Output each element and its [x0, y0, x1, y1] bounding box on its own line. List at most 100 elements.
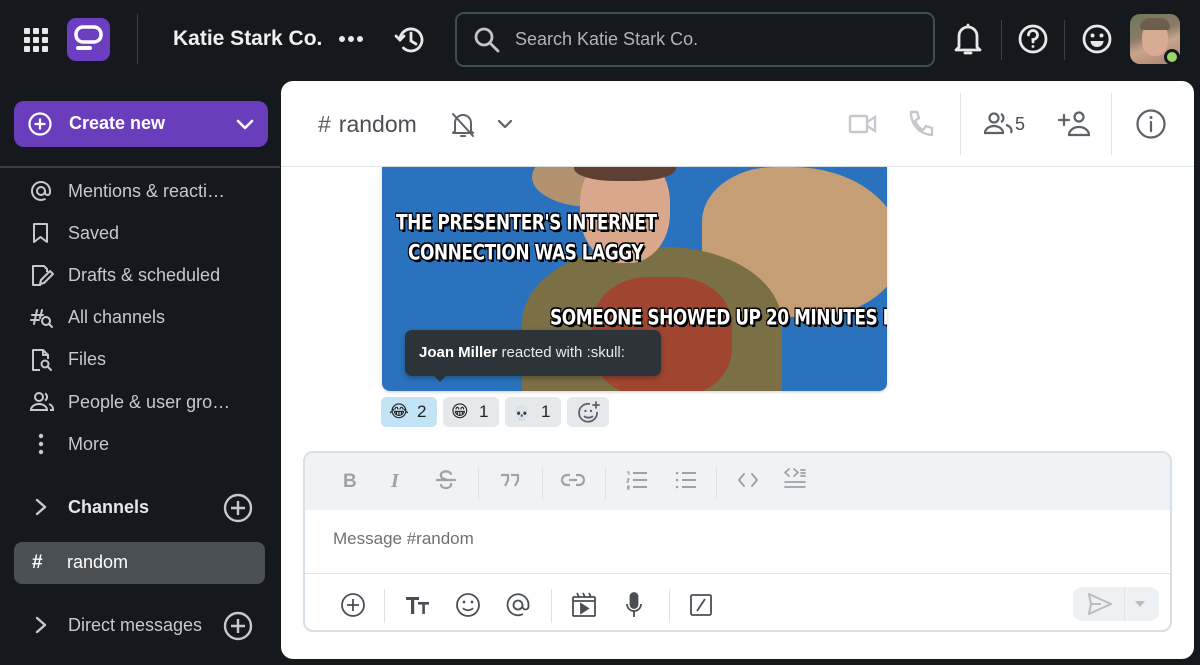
strikethrough-icon[interactable]	[435, 469, 457, 491]
channel-name: random	[338, 111, 417, 137]
phone-call-icon[interactable]	[907, 109, 935, 139]
reaction-grin[interactable]: 😁 1	[443, 397, 499, 427]
tooltip-text: reacted with :skull:	[497, 344, 625, 361]
add-direct-message-icon[interactable]	[223, 611, 253, 641]
emoji-icon[interactable]	[455, 589, 481, 621]
sidebar-item-label: Files	[68, 349, 107, 369]
sidebar-item-more[interactable]: More	[0, 424, 278, 464]
emoji-status-icon[interactable]	[1081, 22, 1113, 56]
app-logo[interactable]	[67, 18, 110, 61]
sidebar-item-people[interactable]: People & user gro…	[0, 382, 278, 422]
bell-muted-icon[interactable]	[451, 112, 475, 138]
sidebar-item-all-channels[interactable]: All channels	[0, 297, 278, 337]
meme-caption: THE PRESENTER'S INTERNET	[396, 210, 657, 236]
sidebar-item-drafts[interactable]: Drafts & scheduled	[0, 255, 278, 295]
more-horizontal-icon[interactable]	[338, 28, 364, 50]
direct-messages-label: Direct messages	[68, 615, 203, 635]
chevron-right-icon[interactable]	[33, 498, 49, 516]
code-icon[interactable]	[736, 469, 760, 491]
member-count[interactable]: 5	[1015, 114, 1025, 135]
divider	[1064, 20, 1065, 60]
at-icon	[30, 180, 52, 202]
slash-command-icon[interactable]	[689, 589, 713, 621]
apps-grid-icon[interactable]	[24, 28, 48, 52]
send-icon[interactable]	[1087, 592, 1113, 616]
reaction-count: 2	[417, 402, 427, 421]
reaction-skull[interactable]: 💀 1	[505, 397, 561, 427]
video-clip-icon[interactable]	[571, 589, 597, 621]
sidebar-item-label: People & user gro…	[68, 392, 231, 412]
chevron-down-icon[interactable]	[234, 115, 256, 133]
sidebar-channel-random[interactable]: # random	[14, 542, 265, 584]
workspace-name[interactable]: Katie Stark Co.	[173, 27, 322, 51]
hash-icon: #	[32, 552, 43, 573]
history-icon[interactable]	[394, 24, 426, 56]
toolbar-divider	[542, 467, 543, 499]
send-options-caret-icon[interactable]	[1133, 599, 1147, 609]
file-search-icon	[30, 348, 54, 372]
microphone-icon[interactable]	[624, 589, 644, 621]
plus-circle-icon	[28, 112, 52, 136]
hash-icon: #	[318, 111, 331, 137]
link-icon[interactable]	[561, 469, 585, 491]
add-reaction-button[interactable]	[567, 397, 609, 427]
send-button-group	[1073, 587, 1159, 621]
reaction-count: 1	[479, 402, 489, 421]
chevron-down-icon[interactable]	[496, 117, 514, 131]
sidebar-item-mentions[interactable]: Mentions & reacti…	[0, 171, 278, 211]
attach-icon[interactable]	[340, 589, 366, 621]
composer-divider	[305, 573, 1170, 574]
channel-title[interactable]: # random	[318, 111, 417, 138]
header-divider	[960, 93, 961, 155]
ordered-list-icon[interactable]	[625, 469, 649, 491]
add-channel-icon[interactable]	[223, 493, 253, 523]
send-divider	[1124, 587, 1125, 621]
message-input[interactable]	[333, 519, 1133, 559]
direct-messages-section-header[interactable]: Direct messages	[0, 605, 278, 645]
toolbar-divider	[669, 589, 670, 623]
video-call-icon[interactable]	[848, 112, 878, 136]
create-new-button[interactable]: Create new	[14, 101, 268, 147]
search-icon	[473, 26, 501, 54]
meme-caption: SOMEONE SHOWED UP 20 MINUTES LATE	[550, 305, 887, 331]
bookmark-icon	[30, 222, 52, 244]
more-vertical-icon	[30, 433, 52, 455]
sidebar-item-saved[interactable]: Saved	[0, 213, 278, 253]
channels-section-label: Channels	[68, 497, 150, 517]
reaction-tooltip: Joan Miller reacted with :skull:	[405, 330, 661, 376]
code-block-icon[interactable]	[783, 467, 807, 493]
grin-emoji-icon: 😁	[451, 402, 469, 421]
search-input[interactable]	[515, 14, 915, 65]
toolbar-divider	[478, 467, 479, 499]
draft-edit-icon	[30, 264, 54, 288]
sidebar-item-label: Drafts & scheduled	[68, 265, 221, 285]
help-icon[interactable]	[1017, 22, 1049, 56]
bell-icon[interactable]	[954, 22, 982, 56]
tooltip-arrow	[433, 375, 447, 382]
mention-icon[interactable]	[505, 589, 531, 621]
svg-text:I: I	[390, 470, 400, 491]
bullet-list-icon[interactable]	[674, 469, 698, 491]
sidebar-item-files[interactable]: Files	[0, 339, 278, 379]
members-button[interactable]	[984, 111, 1014, 137]
sidebar-divider	[0, 166, 280, 168]
toolbar-divider	[716, 467, 717, 499]
reaction-joy[interactable]: 😂 2	[381, 397, 437, 427]
search-bar[interactable]	[455, 12, 935, 67]
chevron-right-icon[interactable]	[33, 616, 49, 634]
italic-icon[interactable]: I	[389, 469, 407, 491]
toolbar-divider	[605, 467, 606, 499]
text-format-icon[interactable]	[404, 589, 432, 621]
sidebar-item-label: Saved	[68, 223, 120, 243]
quote-icon[interactable]	[499, 469, 521, 491]
skull-emoji-icon: 💀	[513, 405, 531, 421]
meme-caption: CONNECTION WAS LAGGY	[408, 240, 644, 266]
add-member-icon[interactable]	[1057, 110, 1091, 138]
channel-view: # random 5 THE PRESENTER'S INTERNET CONN…	[281, 81, 1194, 659]
divider	[137, 14, 138, 64]
reaction-count: 1	[541, 402, 551, 421]
bold-icon[interactable]: B	[341, 469, 359, 491]
formatting-toolbar: B I	[305, 453, 1170, 510]
channel-info-icon[interactable]	[1135, 108, 1167, 140]
channels-section-header[interactable]: Channels	[0, 487, 278, 527]
